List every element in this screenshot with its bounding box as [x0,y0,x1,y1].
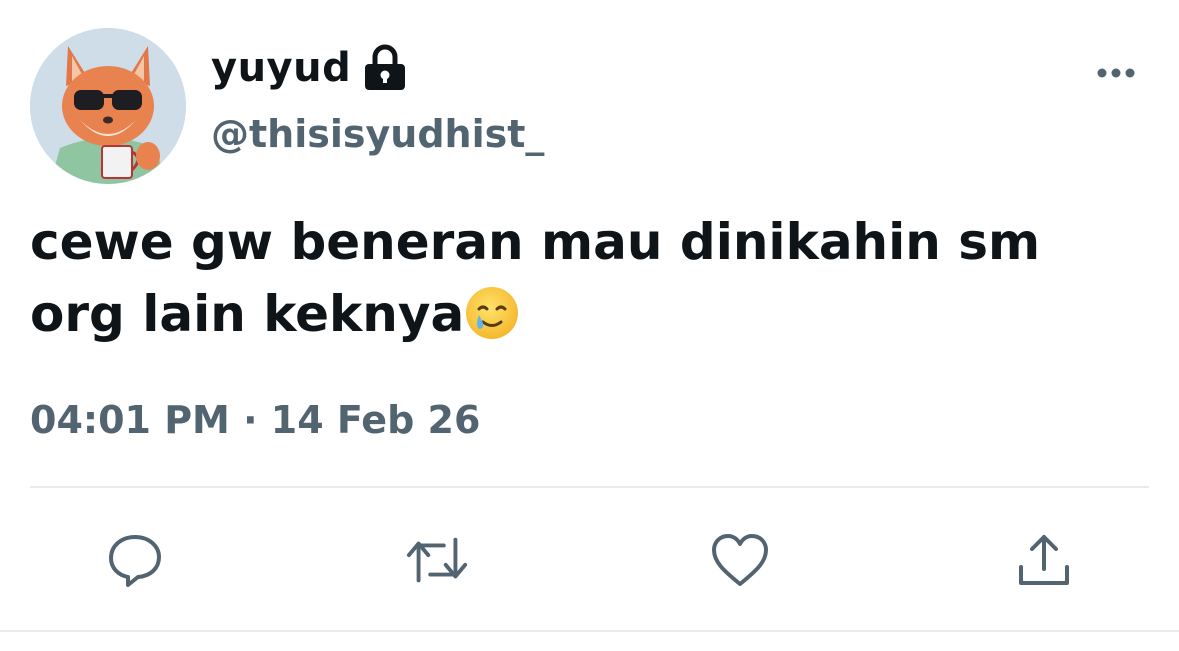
bottom-divider [0,630,1179,632]
timestamp-separator: · [243,398,258,442]
tweet-time: 04:01 PM [30,398,230,442]
more-options-icon[interactable] [1094,58,1138,88]
speech-bubble-icon [109,535,161,587]
share-button[interactable] [1012,528,1076,592]
tweet-text-line-2: org lain keknya [30,285,465,343]
tweet-date: 14 Feb 26 [270,398,481,442]
avatar[interactable] [30,28,186,184]
smiling-face-with-tear-icon [464,285,520,341]
timestamp[interactable]: 04:01 PM · 14 Feb 26 [30,398,480,442]
heart-icon [712,534,768,586]
lock-icon [363,44,407,92]
like-button[interactable] [708,528,772,592]
fox-avatar-icon [30,28,186,184]
retweet-button[interactable] [405,528,469,592]
tweet-card: yuyud @thisisyudhist_ cewe gw beneran ma… [0,0,1179,651]
share-icon [1019,535,1069,585]
retweet-icon [406,537,468,583]
display-name[interactable]: yuyud [211,45,351,91]
display-name-row: yuyud [211,40,407,96]
user-handle[interactable]: @thisisyudhist_ [211,112,544,156]
tweet-text-line-1: cewe gw beneran mau dinikahin sm [30,213,1041,271]
reply-button[interactable] [103,528,167,592]
tweet-text: cewe gw beneran mau dinikahin sm org lai… [30,206,1130,350]
divider [30,486,1149,488]
